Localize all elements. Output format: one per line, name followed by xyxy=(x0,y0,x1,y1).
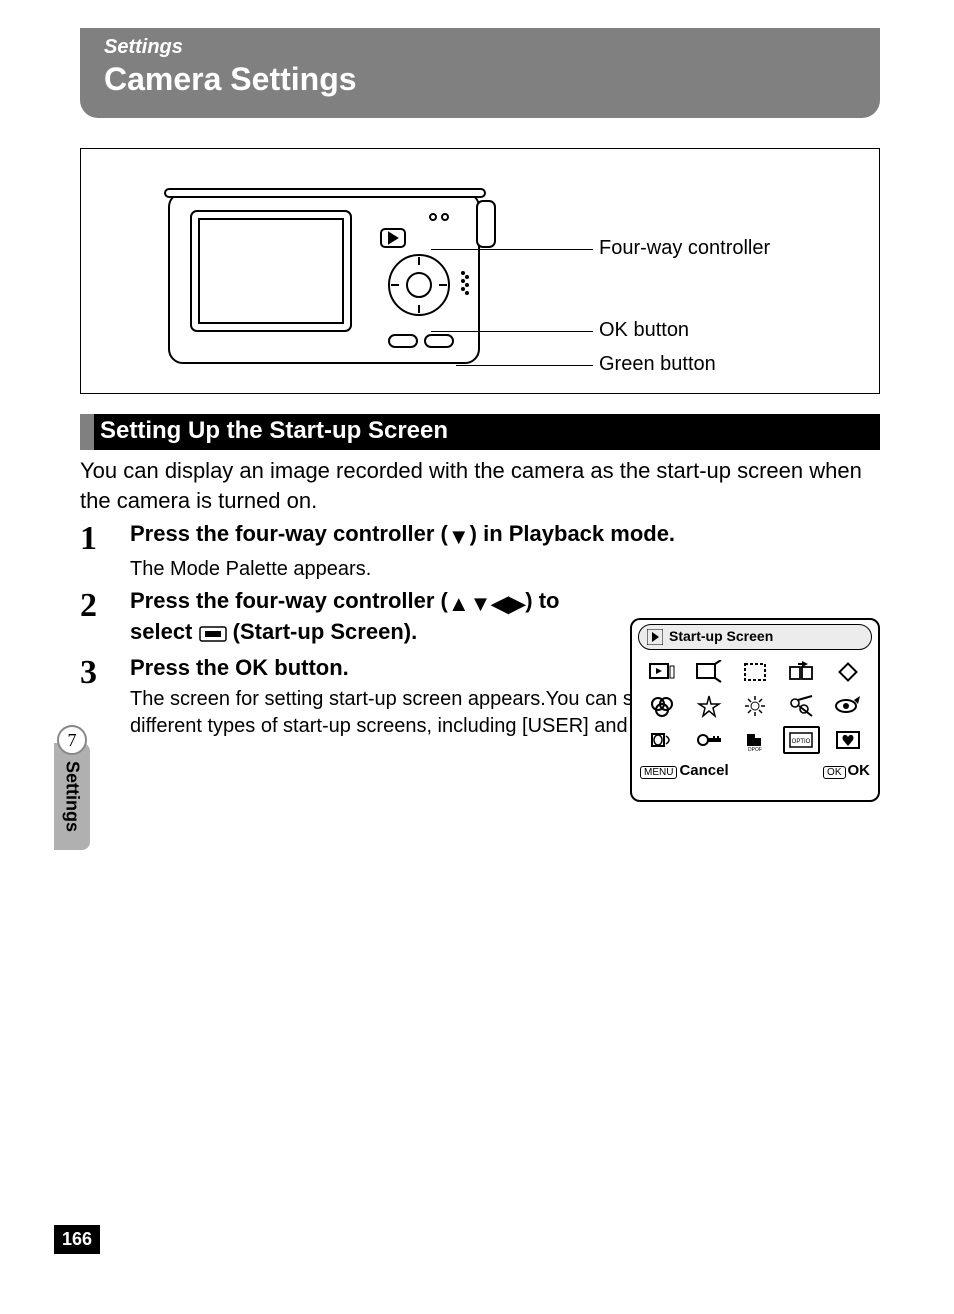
label-green: Green button xyxy=(599,353,716,376)
leader-line xyxy=(431,331,593,332)
palette-ok: OKOK xyxy=(823,762,870,779)
text: (Start-up Screen). xyxy=(227,619,418,644)
cancel-label: Cancel xyxy=(679,762,728,779)
step-2-head: Press the four-way controller (▲▼◀▶) to … xyxy=(130,587,590,650)
down-triangle-icon: ▼ xyxy=(448,523,470,552)
resize-icon xyxy=(690,658,726,686)
label-fourway: Four-way controller xyxy=(599,237,770,260)
slideshow-icon xyxy=(644,658,680,686)
chapter-number: 7 xyxy=(57,725,87,755)
startup-screen-icon: OPTIO xyxy=(783,726,819,754)
step-1-head: Press the four-way controller (▼) in Pla… xyxy=(130,520,880,552)
filter-icon xyxy=(644,692,680,720)
svg-text:DPOF: DPOF xyxy=(748,747,762,752)
palette-title-bar: Start-up Screen xyxy=(638,624,872,650)
section-heading: Setting Up the Start-up Screen xyxy=(80,414,880,450)
optio-icon xyxy=(199,621,227,650)
header-title: Camera Settings xyxy=(104,61,856,98)
redeye-icon xyxy=(783,692,819,720)
ok-button-label: OK xyxy=(823,766,845,779)
page-number: 166 xyxy=(54,1225,100,1254)
side-label: Settings xyxy=(62,761,83,832)
camera-illustration xyxy=(141,157,541,387)
intro-paragraph: You can display an image recorded with t… xyxy=(80,456,880,515)
ok-label: OK xyxy=(848,762,871,779)
rotate-icon xyxy=(830,658,866,686)
header-section: Settings xyxy=(104,36,856,59)
step-number: 2 xyxy=(80,587,130,650)
mode-palette-screenshot: Start-up Screen DPOF OPTIO MENUCancel OK… xyxy=(630,618,880,802)
svg-text:OPTIO: OPTIO xyxy=(792,739,811,745)
play-icon xyxy=(647,629,663,645)
page-header: Settings Camera Settings xyxy=(80,28,880,118)
dpof-icon: DPOF xyxy=(737,726,773,754)
brightness-icon xyxy=(690,692,726,720)
text: Press the four-way controller ( xyxy=(130,588,448,613)
side-tab: 7 Settings xyxy=(54,725,90,850)
protect-icon xyxy=(690,726,726,754)
up-triangle-icon: ▲ xyxy=(448,590,470,619)
step-1: 1 Press the four-way controller (▼) in P… xyxy=(80,520,880,583)
text: ) in Playback mode. xyxy=(470,521,675,546)
frame-icon xyxy=(830,692,866,720)
leader-line xyxy=(456,365,593,366)
text: Press the four-way controller ( xyxy=(130,521,448,546)
step-1-sub: The Mode Palette appears. xyxy=(130,556,880,583)
palette-title: Start-up Screen xyxy=(669,628,773,644)
leader-line xyxy=(431,249,593,250)
diagram-box: Four-way controller OK button Green butt… xyxy=(80,148,880,394)
step-number: 1 xyxy=(80,520,130,583)
copy-icon xyxy=(783,658,819,686)
down-triangle-icon: ▼ xyxy=(470,590,492,619)
right-triangle-icon: ▶ xyxy=(508,590,525,619)
palette-cancel: MENUCancel xyxy=(640,762,729,779)
favorite-icon xyxy=(830,726,866,754)
left-triangle-icon: ◀ xyxy=(491,590,508,619)
trimming-icon xyxy=(737,658,773,686)
movie-edit-icon xyxy=(737,692,773,720)
voice-memo-icon xyxy=(644,726,680,754)
menu-button-label: MENU xyxy=(640,766,677,779)
palette-bottom-bar: MENUCancel OKOK xyxy=(632,760,878,779)
label-ok: OK button xyxy=(599,319,689,342)
palette-grid: DPOF OPTIO xyxy=(632,650,878,760)
